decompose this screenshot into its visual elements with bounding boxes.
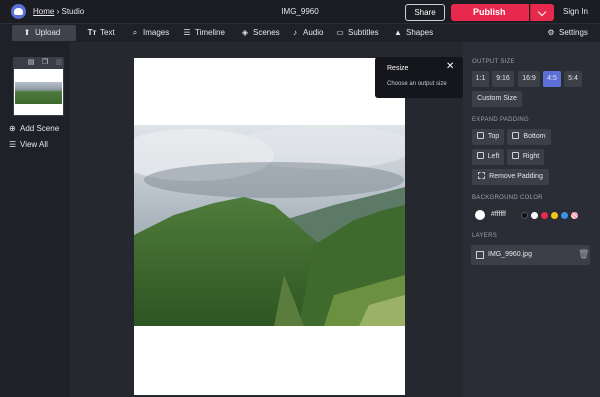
scene-thumbnail[interactable] xyxy=(13,68,64,116)
timeline-icon: ☰ xyxy=(183,28,191,37)
output-size-heading: OUTPUT SIZE xyxy=(472,59,515,65)
layer-item[interactable]: IMG_9960.jpg 🗑 xyxy=(471,245,590,265)
add-scene-button[interactable]: ⊕ Add Scene xyxy=(9,124,59,133)
tool-scenes[interactable]: ◈ Scenes xyxy=(240,26,280,40)
padding-left-button[interactable]: Left xyxy=(472,149,504,165)
canvas-image[interactable] xyxy=(134,125,405,326)
search-icon: ⌕ xyxy=(132,28,138,37)
scene-thumbnail-image xyxy=(15,82,62,104)
tool-upload[interactable]: ⬆ Upload xyxy=(12,25,76,41)
list-icon: ☰ xyxy=(9,140,17,149)
size-option-16-9[interactable]: 16:9 xyxy=(518,71,540,87)
tooltip-text: Choose an output size xyxy=(387,81,447,87)
view-all-label: View All xyxy=(20,140,48,149)
breadcrumb: Home › Studio xyxy=(33,7,84,16)
breadcrumb-separator: › xyxy=(56,7,60,16)
tool-text[interactable]: Tт Text xyxy=(87,26,115,40)
padding-right-button[interactable]: Right xyxy=(507,149,544,165)
custom-size-button[interactable]: Custom Size xyxy=(472,91,522,107)
music-note-icon: ♪ xyxy=(293,28,297,37)
video-canvas[interactable] xyxy=(134,58,405,395)
size-option-1-1[interactable]: 1:1 xyxy=(472,71,489,87)
tool-label: Text xyxy=(100,28,115,37)
tool-label: Upload xyxy=(35,28,61,37)
size-option-9-16[interactable]: 9:16 xyxy=(492,71,514,87)
close-icon[interactable]: ✕ xyxy=(446,61,454,72)
swatch-red[interactable] xyxy=(541,212,548,219)
remove-padding-button[interactable]: Remove Padding xyxy=(472,169,549,185)
add-scene-label: Add Scene xyxy=(20,124,60,133)
remove-padding-label: Remove Padding xyxy=(489,173,543,180)
logo-icon[interactable] xyxy=(11,4,26,19)
dashed-box-icon xyxy=(478,172,486,179)
tool-label: Audio xyxy=(303,28,324,37)
tool-audio[interactable]: ♪ Audio xyxy=(290,26,323,40)
publish-button[interactable]: Publish xyxy=(451,4,529,21)
tool-images[interactable]: ⌕ Images xyxy=(130,26,169,40)
image-icon xyxy=(476,251,484,259)
checkbox-icon xyxy=(476,132,484,139)
gear-icon: ⚙ xyxy=(547,28,555,37)
padding-bottom-button[interactable]: Bottom xyxy=(507,129,551,145)
background-color-heading: BACKGROUND COLOR xyxy=(472,195,543,201)
shapes-icon: ▲ xyxy=(394,28,402,37)
toolbar: ⬆ Upload Tт Text ⌕ Images ☰ Timeline ◈ Scenes… xyxy=(0,24,600,42)
home-link[interactable]: Home xyxy=(33,7,54,16)
expand-padding-heading: EXPAND PADDING xyxy=(472,117,529,123)
background-color-picker[interactable] xyxy=(475,210,485,220)
swatch-white[interactable] xyxy=(531,212,538,219)
tool-subtitles[interactable]: ▭ Subtitles xyxy=(335,26,379,40)
padding-right-label: Right xyxy=(522,153,540,160)
subtitles-icon: ▭ xyxy=(336,28,344,37)
padding-bottom-label: Bottom xyxy=(523,133,546,140)
tool-label: Images xyxy=(143,28,170,37)
trash-icon[interactable]: ▥ xyxy=(55,59,63,67)
swatch-pattern[interactable] xyxy=(571,212,578,219)
view-all-button[interactable]: ☰ View All xyxy=(9,140,48,149)
tool-label: Timeline xyxy=(195,28,225,37)
checkbox-icon xyxy=(476,152,484,159)
background-color-value[interactable]: #ffffff xyxy=(491,211,506,218)
resize-tooltip: Resize Choose an output size ✕ xyxy=(375,57,463,98)
swatch-yellow[interactable] xyxy=(551,212,558,219)
tool-settings[interactable]: ⚙ Settings xyxy=(546,26,588,40)
size-option-5-4[interactable]: 5:4 xyxy=(564,71,582,87)
tool-label: Subtitles xyxy=(348,28,379,37)
size-option-4-5[interactable]: 4:5 xyxy=(543,71,561,87)
upload-icon: ⬆ xyxy=(23,28,31,37)
padding-left-label: Left xyxy=(487,153,500,160)
tool-timeline[interactable]: ☰ Timeline xyxy=(182,26,225,40)
layers-icon: ◈ xyxy=(241,28,249,37)
tooltip-title: Resize xyxy=(387,65,409,72)
checkbox-icon xyxy=(512,132,520,139)
sign-in-link[interactable]: Sign In xyxy=(563,7,588,16)
tool-label: Shapes xyxy=(406,28,434,37)
layers-heading: LAYERS xyxy=(472,233,498,239)
plus-circle-icon: ⊕ xyxy=(9,124,16,133)
trash-icon[interactable]: 🗑 xyxy=(578,249,589,260)
text-icon: Tт xyxy=(87,28,97,37)
swatch-blue[interactable] xyxy=(561,212,568,219)
checkbox-icon xyxy=(511,152,519,159)
share-button[interactable]: Share xyxy=(405,4,445,21)
publish-dropdown-icon[interactable] xyxy=(530,4,554,21)
padding-top-label: Top xyxy=(487,133,500,140)
tool-label: Scenes xyxy=(253,28,280,37)
tool-label: Settings xyxy=(559,28,588,37)
swatch-black[interactable] xyxy=(521,212,528,219)
tool-shapes[interactable]: ▲ Shapes xyxy=(393,26,433,40)
padding-top-button[interactable]: Top xyxy=(472,129,504,145)
top-bar: Home › Studio IMG_9960 Share Publish Sig… xyxy=(0,0,600,24)
duplicate-icon[interactable]: ❐ xyxy=(41,59,49,67)
comment-icon[interactable]: ▤ xyxy=(27,59,35,67)
breadcrumb-studio: Studio xyxy=(61,7,85,16)
layer-name: IMG_9960.jpg xyxy=(488,251,532,258)
